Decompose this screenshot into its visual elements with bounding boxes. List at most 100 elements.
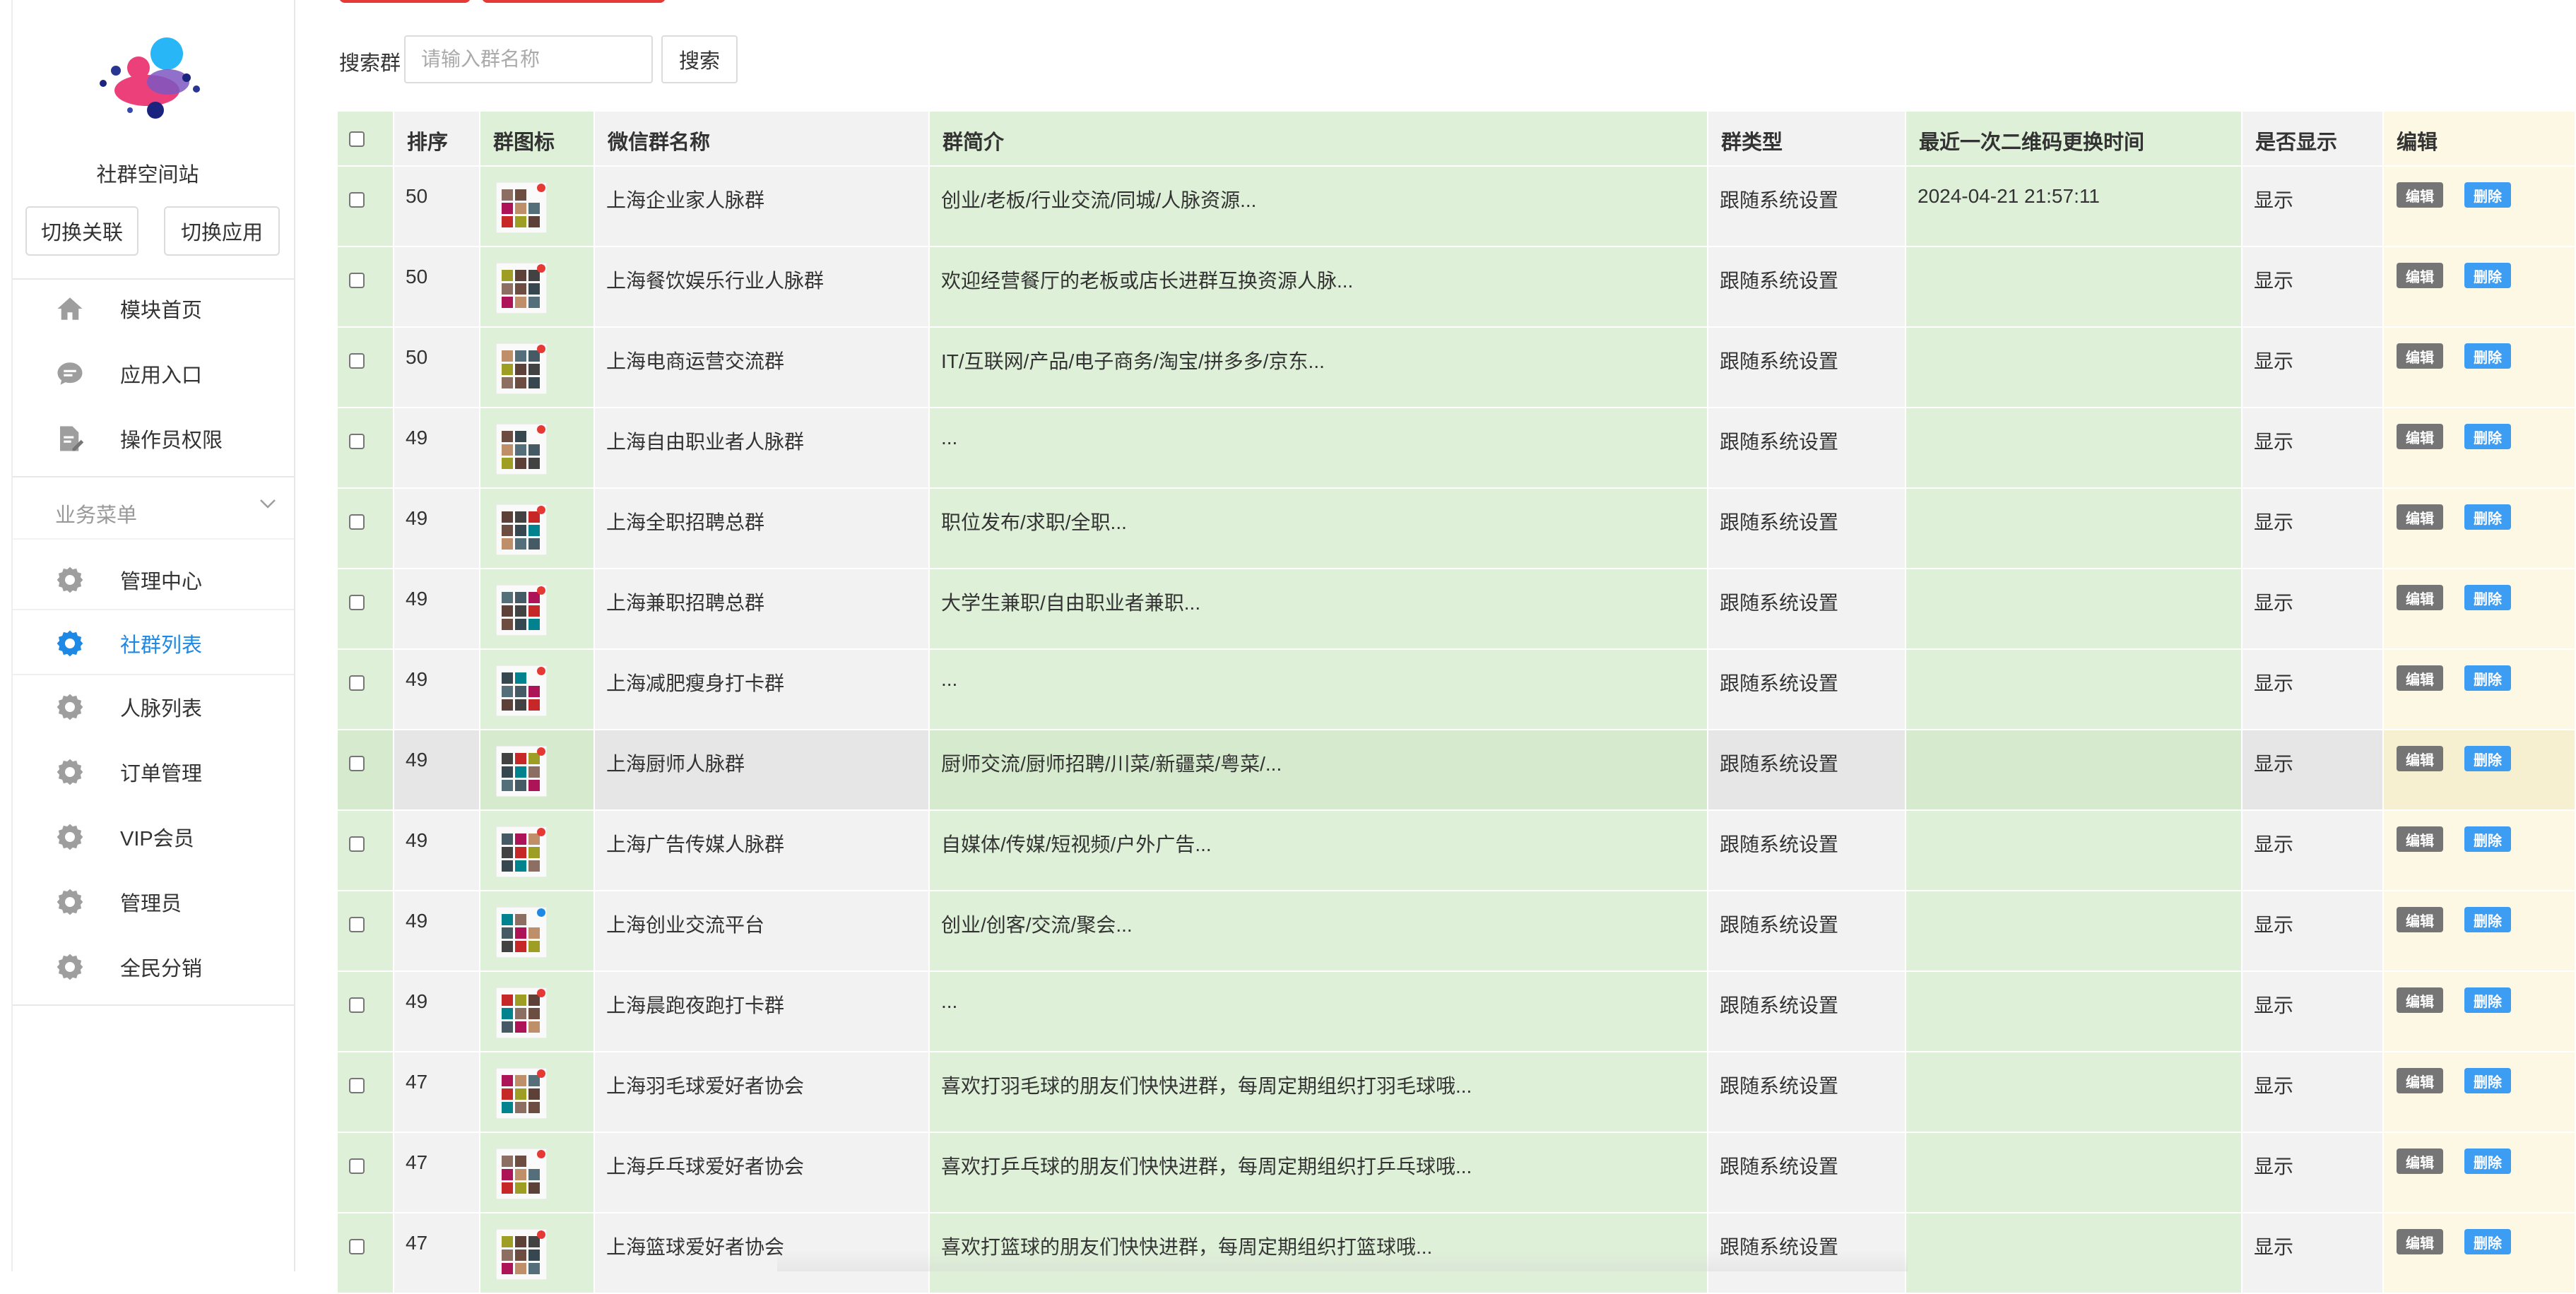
row-checkbox[interactable] (349, 192, 365, 208)
delete-button[interactable]: 删除 (2464, 1229, 2511, 1254)
sidebar-item-administrators[interactable]: 管理员 (13, 877, 294, 927)
edit-button[interactable]: 编辑 (2397, 263, 2443, 288)
select-all-checkbox[interactable] (349, 131, 365, 147)
chevron-down-icon[interactable] (257, 493, 278, 514)
delete-button[interactable]: 删除 (2464, 746, 2511, 771)
sidebar-item-app-entry[interactable]: 应用入口 (13, 349, 294, 398)
table-row[interactable]: 49 上海晨跑夜跑打卡群... 跟随系统设置 显示 编辑 删除 (338, 972, 2576, 1052)
sidebar-item-community-list[interactable]: 社群列表 (13, 619, 294, 668)
cell-intro: ... (930, 408, 1708, 489)
delete-button[interactable]: 删除 (2464, 182, 2511, 208)
table-row[interactable]: 47 上海羽毛球爱好者协会 喜欢打羽毛球的朋友们快快进群，每周定期组织打羽毛球哦..… (338, 1052, 2576, 1133)
cell-icon (480, 730, 595, 811)
row-checkbox[interactable] (349, 353, 365, 369)
top-action-button[interactable] (482, 0, 666, 3)
cell-intro: 喜欢打乒乓球的朋友们快快进群，每周定期组织打乒乓球哦... (930, 1133, 1708, 1213)
section-title-business-menu[interactable]: 业务菜单 (55, 499, 137, 528)
edit-button[interactable]: 编辑 (2397, 826, 2443, 852)
delete-button[interactable]: 删除 (2464, 504, 2511, 530)
row-checkbox[interactable] (349, 595, 365, 610)
table-row[interactable]: 49 上海厨师人脉群 厨师交流/厨师招聘/川菜/新疆菜/粤菜/... 跟随系统设置 显示… (338, 730, 2576, 811)
cell-check (338, 1052, 394, 1133)
row-checkbox[interactable] (349, 434, 365, 449)
cell-actions: 编辑 删除 (2384, 891, 2576, 972)
table-row[interactable]: 50 上海电商运营交流群 IT/互联网/产品/电子商务/淘宝/拼多多/京东... 跟随… (338, 328, 2576, 408)
switch-link-button[interactable]: 切换关联 (25, 206, 138, 256)
table-row[interactable]: 49 上海全职招聘总群 职位发布/求职/全职... 跟随系统设置 显示 编辑 删除 (338, 489, 2576, 569)
cell-name: 上海自由职业者人脉群 (595, 408, 930, 489)
sidebar-item-module-home[interactable]: 模块首页 (13, 284, 294, 333)
sidebar-item-distribution[interactable]: 全民分销 (13, 942, 294, 992)
switch-app-button[interactable]: 切换应用 (164, 206, 280, 256)
table-row[interactable]: 50 上海企业家人脉群 创业/老板/行业交流/同城/人脉资源... 跟随系统设置 202… (338, 167, 2576, 247)
cell-qr-time (1906, 1213, 2243, 1294)
cell-text-intro: 喜欢打羽毛球的朋友们快快进群，每周定期组织打羽毛球哦... (941, 1075, 1472, 1097)
edit-button[interactable]: 编辑 (2397, 343, 2443, 369)
top-action-button[interactable] (339, 0, 471, 3)
table-row[interactable]: 49 上海创业交流平台 创业/创客/交流/聚会... 跟随系统设置 显示 编辑 删除 (338, 891, 2576, 972)
edit-button[interactable]: 编辑 (2397, 424, 2443, 449)
table-row[interactable]: 47 上海乒乓球爱好者协会 喜欢打乒乓球的朋友们快快进群，每周定期组织打乒乓球哦..… (338, 1133, 2576, 1213)
row-checkbox[interactable] (349, 1239, 365, 1254)
row-checkbox[interactable] (349, 997, 365, 1013)
delete-button[interactable]: 删除 (2464, 987, 2511, 1013)
table-row[interactable]: 49 上海自由职业者人脉群... 跟随系统设置 显示 编辑 删除 (338, 408, 2576, 489)
cell-intro: 创业/创客/交流/聚会... (930, 891, 1708, 972)
search-input[interactable] (404, 35, 653, 83)
edit-button[interactable]: 编辑 (2397, 746, 2443, 771)
cell-text-type: 跟随系统设置 (1720, 672, 1839, 694)
sidebar-item-operator-permissions[interactable]: 操作员权限 (13, 414, 294, 463)
edit-button[interactable]: 编辑 (2397, 1148, 2443, 1174)
cell-icon (480, 328, 595, 408)
edit-button[interactable]: 编辑 (2397, 182, 2443, 208)
edit-button[interactable]: 编辑 (2397, 907, 2443, 932)
cell-text-name: 上海晨跑夜跑打卡群 (606, 995, 785, 1016)
row-checkbox[interactable] (349, 756, 365, 771)
cell-intro: 喜欢打羽毛球的朋友们快快进群，每周定期组织打羽毛球哦... (930, 1052, 1708, 1133)
delete-button[interactable]: 删除 (2464, 1068, 2511, 1093)
row-checkbox[interactable] (349, 1158, 365, 1174)
sidebar-item-order-management[interactable]: 订单管理 (13, 747, 294, 797)
row-checkbox[interactable] (349, 514, 365, 530)
edit-button[interactable]: 编辑 (2397, 665, 2443, 691)
gear-icon (57, 694, 83, 720)
divider (13, 278, 294, 280)
cell-name: 上海企业家人脉群 (595, 167, 930, 247)
table-row[interactable]: 49 上海广告传媒人脉群 自媒体/传媒/短视频/户外广告... 跟随系统设置 显示 编辑删… (338, 811, 2576, 891)
sidebar-item-vip-members[interactable]: VIP会员 (13, 812, 294, 862)
cell-check (338, 891, 394, 972)
chat-bubble-icon (57, 362, 83, 385)
delete-button[interactable]: 删除 (2464, 907, 2511, 932)
edit-button[interactable]: 编辑 (2397, 504, 2443, 530)
divider (13, 674, 294, 675)
cell-type: 跟随系统设置 (1708, 650, 1906, 730)
row-checkbox[interactable] (349, 675, 365, 691)
delete-button[interactable]: 删除 (2464, 826, 2511, 852)
delete-button[interactable]: 删除 (2464, 1148, 2511, 1174)
edit-button[interactable]: 编辑 (2397, 1229, 2443, 1254)
group-avatar-icon (496, 343, 547, 394)
table-row[interactable]: 49 上海兼职招聘总群 大学生兼职/自由职业者兼职... 跟随系统设置 显示 编辑 删除 (338, 569, 2576, 650)
delete-button[interactable]: 删除 (2464, 343, 2511, 369)
cell-sort: 49 (394, 730, 480, 811)
cell-text-type: 跟随系统设置 (1720, 189, 1839, 211)
delete-button[interactable]: 删除 (2464, 263, 2511, 288)
edit-button[interactable]: 编辑 (2397, 1068, 2443, 1093)
row-checkbox[interactable] (349, 273, 365, 288)
table-row[interactable]: 50 上海餐饮娱乐行业人脉群 欢迎经营餐厅的老板或店长进群互换资源人脉... 跟随系统… (338, 247, 2576, 328)
cell-sort: 50 (394, 328, 480, 408)
search-button[interactable]: 搜索 (661, 35, 738, 83)
delete-button[interactable]: 删除 (2464, 665, 2511, 691)
row-checkbox[interactable] (349, 917, 365, 932)
cell-visible: 显示 (2243, 489, 2384, 569)
row-checkbox[interactable] (349, 1078, 365, 1093)
sidebar-item-contacts-list[interactable]: 人脉列表 (13, 682, 294, 732)
table-header: 排序 群图标 微信群名称 群简介 群类型 最近一次二维码更换时间 是否显示 编辑 (338, 112, 2576, 167)
edit-button[interactable]: 编辑 (2397, 585, 2443, 610)
row-checkbox[interactable] (349, 836, 365, 852)
delete-button[interactable]: 删除 (2464, 585, 2511, 610)
sidebar-item-management-center[interactable]: 管理中心 (13, 555, 294, 605)
edit-button[interactable]: 编辑 (2397, 987, 2443, 1013)
delete-button[interactable]: 删除 (2464, 424, 2511, 449)
table-row[interactable]: 49 上海减肥瘦身打卡群... 跟随系统设置 显示 编辑 删除 (338, 650, 2576, 730)
